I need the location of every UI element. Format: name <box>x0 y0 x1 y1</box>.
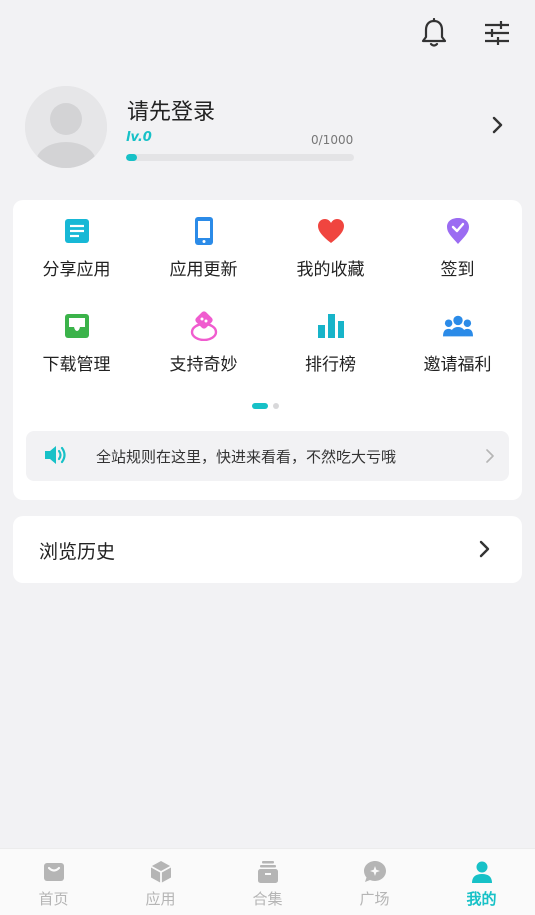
grid-item-label: 下载管理 <box>42 355 111 375</box>
login-prompt[interactable]: 请先登录 <box>127 94 215 126</box>
home-icon <box>42 860 66 884</box>
speaker-icon <box>44 444 68 470</box>
grid-item-label: 分享应用 <box>42 260 111 280</box>
tab-label: 我的 <box>466 890 497 908</box>
rules-notice[interactable]: 全站规则在这里，快进来看看，不然吃大亏哦 <box>26 431 509 481</box>
grid-item-leaderboard[interactable]: 排行榜 <box>267 295 394 385</box>
top-bar <box>0 0 535 66</box>
settings-sliders-icon[interactable] <box>481 17 513 49</box>
tab-label: 广场 <box>359 890 390 908</box>
level-progress-fill <box>126 154 138 161</box>
notice-text: 全站规则在这里，快进来看看，不然吃大亏哦 <box>96 448 397 466</box>
page-indicator <box>252 403 279 409</box>
notification-bell-icon[interactable] <box>418 17 450 49</box>
grid-item-download-manager[interactable]: 下载管理 <box>13 295 140 385</box>
grid-item-checkin[interactable]: 签到 <box>394 200 521 290</box>
grid-item-support[interactable]: 支持奇妙 <box>140 295 267 385</box>
chevron-right-icon[interactable] <box>491 116 505 138</box>
exp-counter: 0/1000 <box>311 133 354 147</box>
tab-plaza[interactable]: 广场 <box>321 849 428 915</box>
grid-item-app-update[interactable]: 应用更新 <box>140 200 267 290</box>
browse-history-row[interactable]: 浏览历史 <box>13 516 522 583</box>
tab-collections[interactable]: 合集 <box>214 849 321 915</box>
grid-item-label: 签到 <box>440 260 475 280</box>
grid-item-label: 排行榜 <box>305 355 356 375</box>
download-tray-icon <box>62 311 92 341</box>
grid-item-label: 邀请福利 <box>423 355 492 375</box>
page-dot <box>273 403 279 409</box>
invite-group-icon <box>442 311 473 341</box>
chevron-right-icon <box>479 540 491 562</box>
grid-item-invite[interactable]: 邀请福利 <box>394 295 521 385</box>
chevron-right-icon <box>486 448 494 467</box>
profile-section[interactable]: 请先登录 lv.0 0/1000 <box>25 86 515 170</box>
grid-item-label: 我的收藏 <box>296 260 365 280</box>
level-label: lv.0 <box>126 130 152 145</box>
grid-item-favorites[interactable]: 我的收藏 <box>267 200 394 290</box>
tab-label: 应用 <box>145 890 176 908</box>
collection-icon <box>256 860 280 884</box>
support-gift-icon <box>189 311 219 341</box>
tab-mine[interactable]: 我的 <box>428 849 535 915</box>
tab-apps[interactable]: 应用 <box>107 849 214 915</box>
chat-bubble-icon <box>363 860 387 884</box>
grid-item-share-app[interactable]: 分享应用 <box>13 200 140 290</box>
grid-item-label: 应用更新 <box>169 260 238 280</box>
grid-item-label: 支持奇妙 <box>169 355 238 375</box>
checkin-badge-icon <box>443 216 473 246</box>
cube-icon <box>149 860 173 884</box>
tab-label: 首页 <box>38 890 69 908</box>
browse-history-label: 浏览历史 <box>39 541 116 563</box>
phone-update-icon <box>189 216 219 246</box>
share-doc-icon <box>62 216 92 246</box>
tab-home[interactable]: 首页 <box>0 849 107 915</box>
bottom-tab-bar: 首页 应用 合集 广场 我的 <box>0 848 535 915</box>
heart-icon <box>316 216 346 246</box>
tab-label: 合集 <box>252 890 283 908</box>
avatar[interactable] <box>25 86 107 168</box>
bar-chart-icon <box>316 311 346 341</box>
feature-grid-card: 分享应用 应用更新 我的收藏 签到 下载管理 支持奇妙 排行榜 邀请福利 全站规… <box>13 200 522 500</box>
level-progress-bar <box>126 154 354 161</box>
person-icon <box>470 860 494 884</box>
page-dot-active <box>252 403 268 409</box>
